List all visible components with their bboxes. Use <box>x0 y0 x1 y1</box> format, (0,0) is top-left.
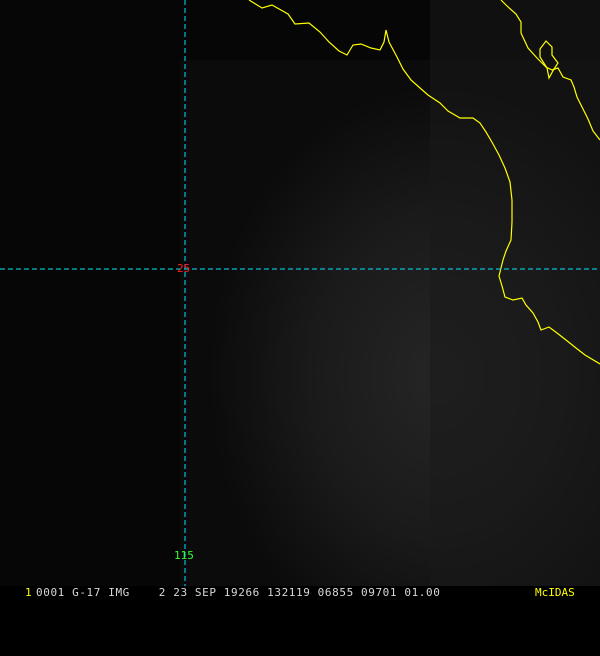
latitude-label: 25 <box>177 262 191 275</box>
image-info-text: 0001 G-17 IMG 2 23 SEP 19266 132119 0685… <box>36 586 441 599</box>
map-overlay <box>0 0 600 586</box>
satellite-image-viewer[interactable]: 25 115 1 0001 G-17 IMG 2 23 SEP 19266 13… <box>0 0 600 600</box>
frame-number: 1 <box>25 586 32 599</box>
status-bar: 1 0001 G-17 IMG 2 23 SEP 19266 132119 06… <box>0 586 600 600</box>
longitude-label: 115 <box>174 549 194 562</box>
mcidas-logo: McIDAS <box>535 586 575 599</box>
